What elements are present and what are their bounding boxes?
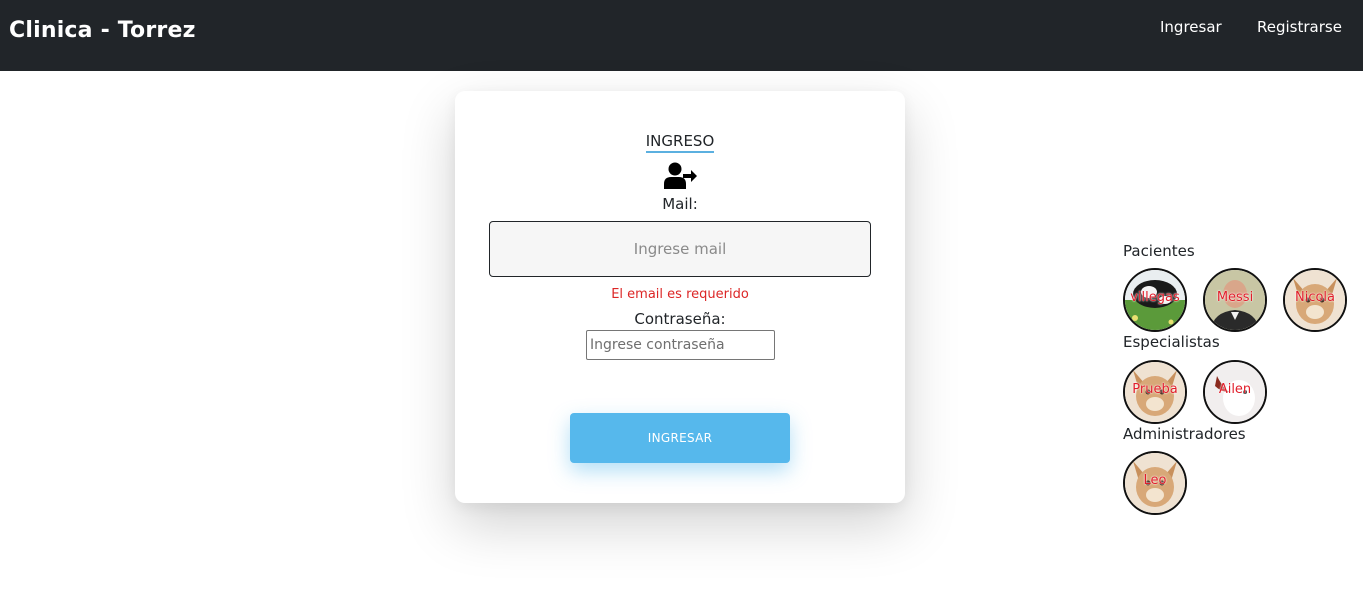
nav-login-link[interactable]: Ingresar [1160, 18, 1222, 36]
mail-label: Mail: [662, 195, 698, 213]
avatar-name: Ailen [1218, 382, 1252, 397]
login-submit-button[interactable]: INGRESAR [570, 413, 790, 463]
avatar-patient-messi[interactable]: Messi [1203, 268, 1267, 332]
login-title: INGRESO [455, 132, 905, 153]
top-navbar: Clinica - Torrez Ingresar Registrarse [0, 0, 1363, 71]
password-label: Contraseña: [634, 310, 726, 328]
nav-register-link[interactable]: Registrarse [1257, 18, 1342, 36]
login-title-text: INGRESO [645, 132, 715, 153]
mail-error-message: El email es requerido [611, 287, 749, 302]
specialists-heading: Especialistas [1123, 333, 1220, 351]
avatar-patient-villegas[interactable]: villegas [1123, 268, 1187, 332]
brand-title[interactable]: Clinica - Torrez [9, 18, 196, 43]
avatar-name: Leo [1143, 473, 1167, 488]
avatar-name: Prueba [1132, 382, 1178, 397]
user-arrow-right-icon [664, 162, 697, 189]
mail-input[interactable] [489, 221, 871, 277]
patients-heading: Pacientes [1123, 242, 1195, 260]
avatar-patient-nicola[interactable]: Nicola [1283, 268, 1347, 332]
avatar-admin-leo[interactable]: Leo [1123, 451, 1187, 515]
password-input[interactable] [586, 330, 775, 360]
admins-heading: Administradores [1123, 425, 1246, 443]
avatar-specialist-prueba[interactable]: Prueba [1123, 360, 1187, 424]
avatar-name: Messi [1216, 290, 1254, 305]
login-card: INGRESO Mail: El email es requerido Cont… [455, 91, 905, 503]
avatar-specialist-ailen[interactable]: Ailen [1203, 360, 1267, 424]
avatar-name: villegas [1130, 290, 1180, 305]
avatar-name: Nicola [1294, 290, 1335, 305]
